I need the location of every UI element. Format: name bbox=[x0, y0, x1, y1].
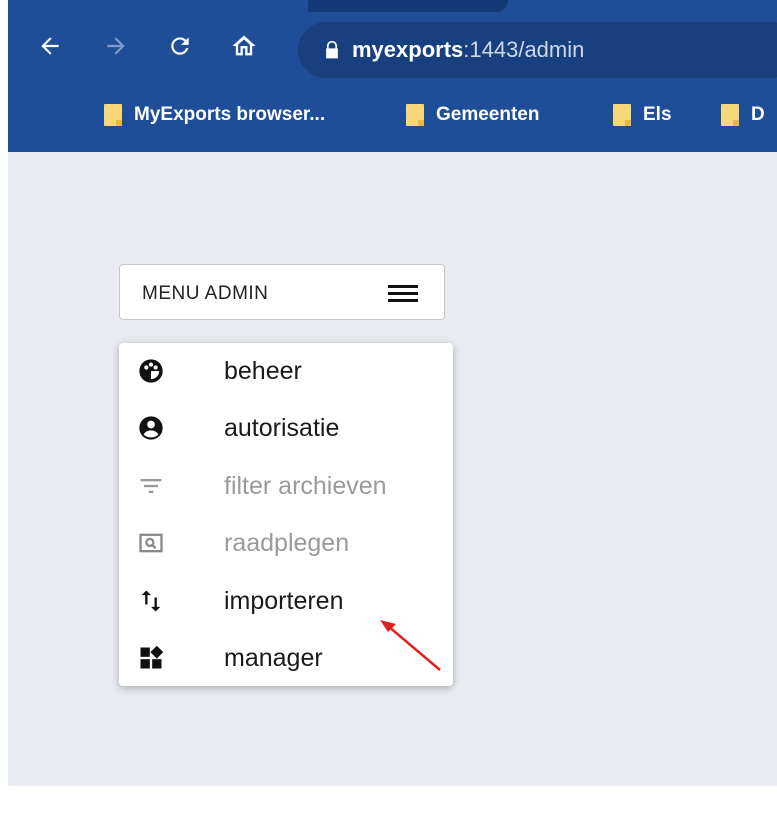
palette-icon bbox=[139, 359, 163, 383]
search-box-icon bbox=[139, 533, 163, 553]
reload-icon bbox=[171, 37, 189, 55]
tab-strip bbox=[308, 0, 508, 12]
bookmarks-bar: MyExports browser... Gemeenten Els D bbox=[8, 92, 777, 138]
reload-button[interactable] bbox=[160, 26, 200, 66]
menu-item-label: importeren bbox=[224, 587, 344, 615]
bookmark-label: Gemeenten bbox=[436, 104, 540, 125]
page-left-edge bbox=[0, 0, 8, 814]
hamburger-icon bbox=[388, 285, 418, 303]
bookmark-d[interactable]: D bbox=[721, 100, 765, 130]
url-path: :1443/admin bbox=[463, 37, 585, 62]
menu-item-label: autorisatie bbox=[224, 414, 340, 442]
forward-button[interactable] bbox=[96, 26, 136, 66]
bookmark-myexports[interactable]: MyExports browser... bbox=[104, 100, 325, 130]
arrow-left-icon bbox=[41, 37, 59, 55]
home-icon bbox=[232, 35, 256, 56]
swap-vert-icon bbox=[141, 590, 161, 612]
menu-admin-label: MENU ADMIN bbox=[142, 283, 269, 304]
menu-admin-button[interactable]: MENU ADMIN bbox=[119, 264, 445, 320]
bookmark-label: D bbox=[751, 104, 765, 125]
browser-toolbar: myexports:1443/admin MyExports browser..… bbox=[8, 0, 777, 152]
annotation-arrow bbox=[380, 620, 441, 671]
address-bar[interactable]: myexports:1443/admin bbox=[298, 22, 777, 78]
bookmark-gemeenten[interactable]: Gemeenten bbox=[406, 100, 539, 130]
folder-icon bbox=[104, 104, 122, 126]
folder-icon bbox=[406, 104, 424, 126]
folder-icon bbox=[613, 104, 631, 126]
bookmark-label: Els bbox=[643, 104, 672, 125]
menu-item-beheer[interactable]: beheer bbox=[119, 343, 453, 399]
menu-item-label: filter archieven bbox=[224, 472, 387, 500]
widgets-icon bbox=[140, 645, 164, 669]
folder-icon bbox=[721, 104, 739, 126]
filter-icon bbox=[140, 479, 162, 493]
menu-item-raadplegen[interactable]: raadplegen bbox=[119, 515, 453, 571]
url-host: myexports bbox=[352, 37, 464, 62]
home-button[interactable] bbox=[224, 26, 264, 66]
menu-item-autorisatie[interactable]: autorisatie bbox=[119, 400, 453, 456]
menu-item-label: manager bbox=[224, 644, 323, 672]
menu-item-filter-archieven[interactable]: filter archieven bbox=[119, 458, 453, 514]
menu-item-label: raadplegen bbox=[224, 529, 350, 557]
menu-item-label: beheer bbox=[224, 357, 302, 385]
bookmark-els[interactable]: Els bbox=[613, 100, 672, 130]
address-url: myexports:1443/admin bbox=[352, 37, 584, 63]
lock-icon bbox=[326, 40, 338, 59]
bookmark-label: MyExports browser... bbox=[134, 104, 326, 125]
back-button[interactable] bbox=[30, 26, 70, 66]
arrow-right-icon bbox=[107, 37, 125, 55]
account-circle-icon bbox=[139, 416, 163, 440]
